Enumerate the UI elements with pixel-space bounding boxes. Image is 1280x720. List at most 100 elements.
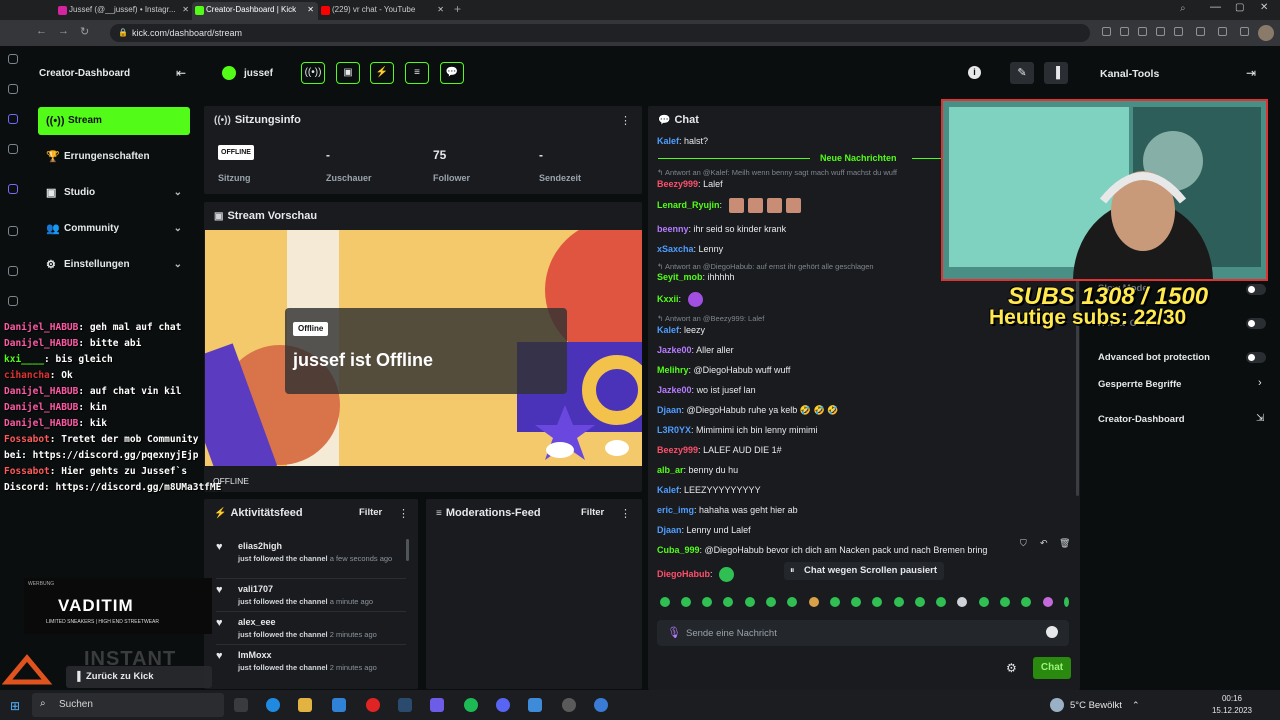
- chat-settings-icon[interactable]: ⚙: [1006, 661, 1017, 675]
- more-icon[interactable]: ⋮: [398, 507, 409, 520]
- chat-username[interactable]: Jazke00: [657, 385, 692, 395]
- steam-icon[interactable]: [398, 698, 412, 712]
- info-icon[interactable]: i: [968, 66, 981, 79]
- more-icon[interactable]: ⋮: [620, 507, 631, 520]
- emote[interactable]: [787, 597, 797, 607]
- bot-protection-toggle[interactable]: [1246, 352, 1266, 363]
- notes-tool-button[interactable]: ≡: [405, 62, 429, 84]
- spotify-icon[interactable]: [464, 698, 478, 712]
- broadcast-tool-button[interactable]: ((•)): [301, 62, 325, 84]
- circle-icon[interactable]: [8, 226, 18, 236]
- maximize-button[interactable]: ▢: [1235, 2, 1244, 13]
- chat-username[interactable]: xSaxcha: [657, 244, 694, 254]
- activity-user[interactable]: alex_eee: [238, 617, 276, 627]
- discord-icon[interactable]: [496, 698, 510, 712]
- opera-icon[interactable]: [366, 698, 380, 712]
- speed-icon[interactable]: [8, 54, 18, 64]
- back-to-kick-button[interactable]: ▐ Zurück zu Kick: [66, 666, 212, 688]
- layout-button[interactable]: ▐: [1044, 62, 1068, 84]
- emote[interactable]: [1021, 597, 1031, 607]
- url-field[interactable]: 🔒 kick.com/dashboard/stream: [110, 24, 1090, 42]
- windows-start-icon[interactable]: ⊞: [10, 699, 20, 713]
- tab-kick[interactable]: Creator-Dashboard | Kick ✕: [192, 2, 318, 20]
- chat-username[interactable]: Kalef: [657, 485, 679, 495]
- emote[interactable]: [979, 597, 989, 607]
- chat-tool-button[interactable]: 💬: [440, 62, 464, 84]
- obs-icon[interactable]: [562, 698, 576, 712]
- filter-button[interactable]: Filter: [581, 507, 604, 518]
- chat-username[interactable]: eric_img: [657, 505, 694, 515]
- tool-item-creator-dashboard[interactable]: Creator-Dashboard: [1098, 414, 1185, 425]
- play-icon[interactable]: [1156, 27, 1165, 36]
- history-icon[interactable]: [8, 266, 18, 276]
- chat-username[interactable]: Kalef: [657, 136, 679, 146]
- download-icon[interactable]: [1218, 27, 1227, 36]
- toggle[interactable]: [1246, 284, 1266, 295]
- expand-panel-icon[interactable]: ⇥: [1246, 66, 1256, 80]
- search-tabs-icon[interactable]: ⌕: [1180, 3, 1186, 14]
- emote[interactable]: [936, 597, 946, 607]
- puzzle-icon[interactable]: [1196, 27, 1205, 36]
- chat-username[interactable]: Beezy999: [657, 179, 698, 189]
- pin-icon[interactable]: ⛉: [1020, 538, 1027, 549]
- external-link-icon[interactable]: ⇲: [1256, 413, 1264, 424]
- send-chat-button[interactable]: Chat: [1033, 657, 1071, 679]
- zoom-icon[interactable]: [1138, 27, 1147, 36]
- chat-username[interactable]: Kalef: [657, 325, 679, 335]
- emote[interactable]: [894, 597, 904, 607]
- emote[interactable]: [830, 597, 840, 607]
- forward-icon[interactable]: →: [58, 25, 69, 37]
- camera-icon[interactable]: [8, 144, 18, 154]
- send-icon[interactable]: [8, 184, 18, 194]
- new-tab-button[interactable]: +: [454, 2, 461, 16]
- tray-arrow-icon[interactable]: ⌃: [1132, 700, 1140, 711]
- edge-icon[interactable]: [266, 698, 280, 712]
- weather-text[interactable]: 5°C Bewölkt: [1070, 700, 1122, 711]
- emote[interactable]: [660, 597, 670, 607]
- emote[interactable]: [766, 597, 776, 607]
- toggle[interactable]: [1246, 318, 1266, 329]
- reply-icon[interactable]: ↶: [1040, 538, 1048, 549]
- close-window-button[interactable]: ✕: [1260, 2, 1268, 13]
- chat-username[interactable]: L3R0YX: [657, 425, 691, 435]
- back-icon[interactable]: ←: [36, 25, 47, 37]
- chat-username[interactable]: Jazke00: [657, 345, 692, 355]
- trash-icon[interactable]: 🗑: [1059, 538, 1070, 549]
- close-icon[interactable]: ✕: [437, 2, 444, 18]
- taskbar-search[interactable]: ⌕ Suchen: [32, 693, 224, 717]
- chat-username[interactable]: Lenard_Ryujin: [657, 200, 720, 210]
- reload-icon[interactable]: ↻: [80, 25, 89, 38]
- chat-username[interactable]: Beezy999: [657, 445, 698, 455]
- chevron-right-icon[interactable]: ›: [1258, 377, 1262, 389]
- edit-button[interactable]: ✎: [1010, 62, 1034, 84]
- emote[interactable]: [745, 597, 755, 607]
- emote[interactable]: [872, 597, 882, 607]
- bag-icon[interactable]: [8, 84, 18, 94]
- clock-time[interactable]: 00:16: [1212, 694, 1252, 703]
- more-icon[interactable]: ⋮: [620, 114, 631, 127]
- preview-tool-button[interactable]: ▣: [336, 62, 360, 84]
- chat-username[interactable]: Melihry: [657, 365, 689, 375]
- sidebar-item-settings[interactable]: ⚙ Einstellungen ⌄: [38, 251, 190, 279]
- close-icon[interactable]: ✕: [307, 2, 314, 18]
- twitch-icon[interactable]: [8, 114, 18, 124]
- sidebar-item-achievements[interactable]: 🏆 Errungenschaften: [38, 143, 190, 171]
- chat-username[interactable]: Seyit_mob: [657, 272, 703, 282]
- emote[interactable]: [957, 597, 967, 607]
- clock-date[interactable]: 15.12.2023: [1200, 706, 1264, 715]
- microphone-icon[interactable]: 🎙: [667, 626, 681, 639]
- emote[interactable]: [1064, 597, 1069, 607]
- sidebar-item-studio[interactable]: ▣ Studio ⌄: [38, 179, 190, 207]
- chat-input[interactable]: 🎙 Sende eine Nachricht: [657, 620, 1069, 646]
- emote[interactable]: [1000, 597, 1010, 607]
- camera-icon[interactable]: [1120, 27, 1129, 36]
- explorer-icon[interactable]: [298, 698, 312, 712]
- app-icon[interactable]: [528, 698, 542, 712]
- chat-username[interactable]: alb_ar: [657, 465, 684, 475]
- task-view-icon[interactable]: [234, 698, 248, 712]
- mail-icon[interactable]: [332, 698, 346, 712]
- tab-youtube[interactable]: (229) vr chat - YouTube ✕: [318, 2, 448, 20]
- activity-user[interactable]: ImMoxx: [238, 650, 272, 660]
- app-icon[interactable]: [430, 698, 444, 712]
- chat-username[interactable]: Kxxii: [657, 294, 679, 304]
